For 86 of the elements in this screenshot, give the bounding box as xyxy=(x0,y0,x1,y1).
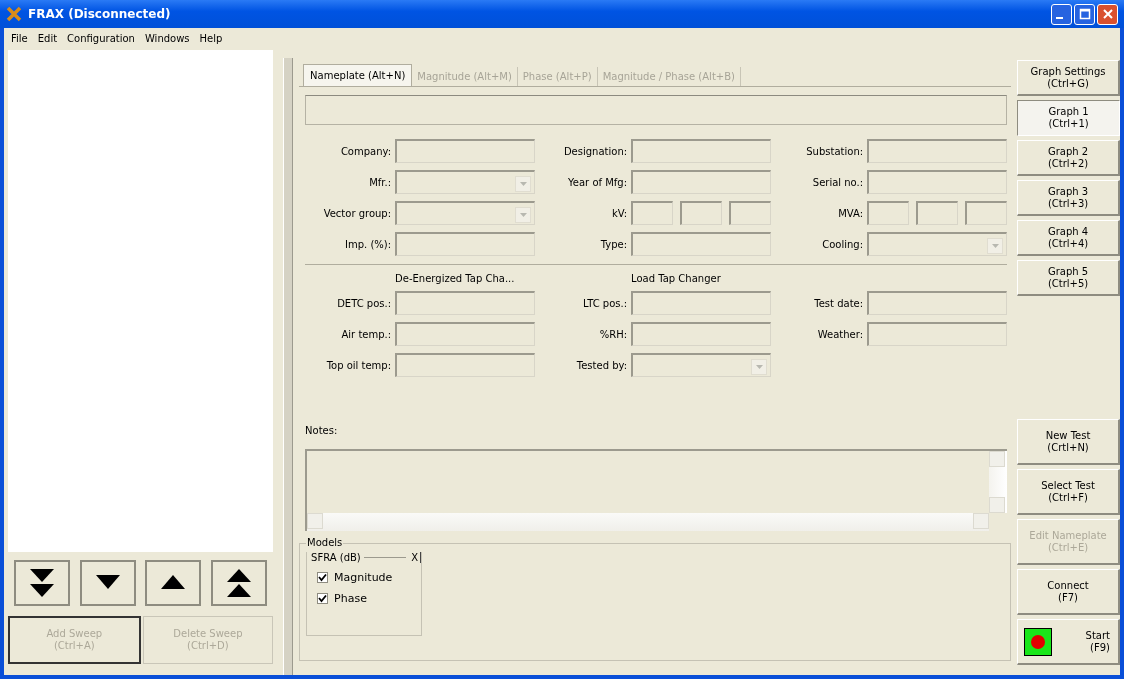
input-field[interactable] xyxy=(631,232,772,256)
graph-button[interactable]: Graph Settings (Ctrl+G) xyxy=(1017,60,1120,96)
input-field[interactable] xyxy=(867,291,1008,315)
minimize-icon xyxy=(1056,17,1063,19)
input-field[interactable] xyxy=(867,139,1008,163)
field-label: Air temp.: xyxy=(340,328,392,340)
input-field[interactable] xyxy=(965,201,1008,225)
field-label: Substation: xyxy=(805,145,864,157)
field-label: %RH: xyxy=(598,328,628,340)
menu-item[interactable]: File xyxy=(6,32,33,44)
field-label: Cooling: xyxy=(821,238,864,250)
input-field[interactable] xyxy=(631,291,772,315)
action-button[interactable]: New Test (Crtl+N) xyxy=(1017,419,1120,465)
menu-item[interactable]: Edit xyxy=(32,32,63,44)
input-field[interactable] xyxy=(395,232,536,256)
tab[interactable]: Nameplate (Alt+N) xyxy=(303,64,413,86)
maximize-icon xyxy=(1078,8,1091,20)
section-heading: De-Energized Tap Cha... xyxy=(395,273,516,284)
dropdown-field[interactable] xyxy=(395,201,536,225)
field-label: Test date: xyxy=(813,297,864,309)
checkbox-label: Phase xyxy=(334,592,367,605)
action-button[interactable]: Select Test (Ctrl+F) xyxy=(1017,469,1120,515)
notes-field[interactable] xyxy=(305,449,1008,531)
input-field[interactable] xyxy=(631,139,772,163)
input-field[interactable] xyxy=(631,170,772,194)
section-heading: Load Tap Changer xyxy=(631,273,722,284)
close-button[interactable]: X xyxy=(409,552,422,563)
input-field[interactable] xyxy=(729,201,772,225)
field-label: Imp. (%): xyxy=(344,238,392,250)
field-label: MVA: xyxy=(837,207,864,219)
app-icon xyxy=(6,6,22,22)
close-button[interactable] xyxy=(1097,3,1118,25)
close-icon xyxy=(1101,8,1114,20)
menu-item[interactable]: Help xyxy=(194,32,228,44)
graph-button[interactable]: Graph 3 (Ctrl+3) xyxy=(1017,180,1120,216)
field-label: DETC pos.: xyxy=(336,297,392,309)
dropdown-field[interactable] xyxy=(867,232,1008,256)
field-label: Weather: xyxy=(816,328,864,340)
move-button[interactable] xyxy=(14,560,70,606)
move-button[interactable] xyxy=(211,560,268,606)
field-label: Serial no.: xyxy=(811,176,864,188)
input-field[interactable] xyxy=(867,322,1008,346)
input-field[interactable] xyxy=(395,139,536,163)
record-icon xyxy=(1024,627,1053,656)
input-field[interactable] xyxy=(631,322,772,346)
window-title: FRAX (Disconnected) xyxy=(28,7,171,21)
minimize-button[interactable] xyxy=(1051,3,1072,25)
notes-label: Notes: xyxy=(305,425,339,436)
field-label: Tested by: xyxy=(575,359,628,371)
field-label: kV: xyxy=(610,207,628,219)
input-field[interactable] xyxy=(867,170,1008,194)
checkbox[interactable] xyxy=(317,572,329,583)
dropdown-field[interactable] xyxy=(631,353,772,377)
group-title: Models xyxy=(306,537,344,548)
move-button[interactable] xyxy=(79,560,136,606)
field-label: Vector group: xyxy=(322,207,392,219)
input-field[interactable] xyxy=(867,201,910,225)
splitter-handle[interactable] xyxy=(283,58,294,675)
input-field[interactable] xyxy=(680,201,723,225)
input-field[interactable] xyxy=(395,322,536,346)
input-field[interactable] xyxy=(395,353,536,377)
input-field[interactable] xyxy=(631,201,674,225)
checkbox[interactable] xyxy=(317,593,329,604)
menu-item[interactable]: Configuration xyxy=(62,32,140,44)
field-label: Mfr.: xyxy=(368,176,392,188)
graph-button[interactable]: Graph 1 (Ctrl+1) xyxy=(1017,100,1120,136)
graph-button[interactable]: Graph 2 (Ctrl+2) xyxy=(1017,140,1120,176)
input-field[interactable] xyxy=(395,291,536,315)
menu-item[interactable]: Windows xyxy=(139,32,195,44)
vertical-scrollbar[interactable] xyxy=(989,451,1008,513)
move-button[interactable] xyxy=(145,560,202,606)
graph-button[interactable]: Graph 4 (Ctrl+4) xyxy=(1017,220,1120,256)
field-label: Company: xyxy=(339,145,392,157)
checkbox-label: Magnitude xyxy=(334,571,393,584)
field-label: Year of Mfg: xyxy=(567,176,628,188)
field-label: Designation: xyxy=(562,145,628,157)
horizontal-scrollbar[interactable] xyxy=(307,513,990,531)
graph-button[interactable]: Graph 5 (Ctrl+5) xyxy=(1017,260,1120,296)
dropdown-field[interactable] xyxy=(395,170,536,194)
maximize-button[interactable] xyxy=(1074,3,1095,25)
input-field[interactable] xyxy=(916,201,959,225)
action-button[interactable]: Connect (F7) xyxy=(1017,569,1120,615)
start-button[interactable]: Start (F9) xyxy=(1017,619,1120,665)
field-label: LTC pos.: xyxy=(582,297,628,309)
field-label: Type: xyxy=(599,238,628,250)
field-label: Top oil temp: xyxy=(325,359,392,371)
